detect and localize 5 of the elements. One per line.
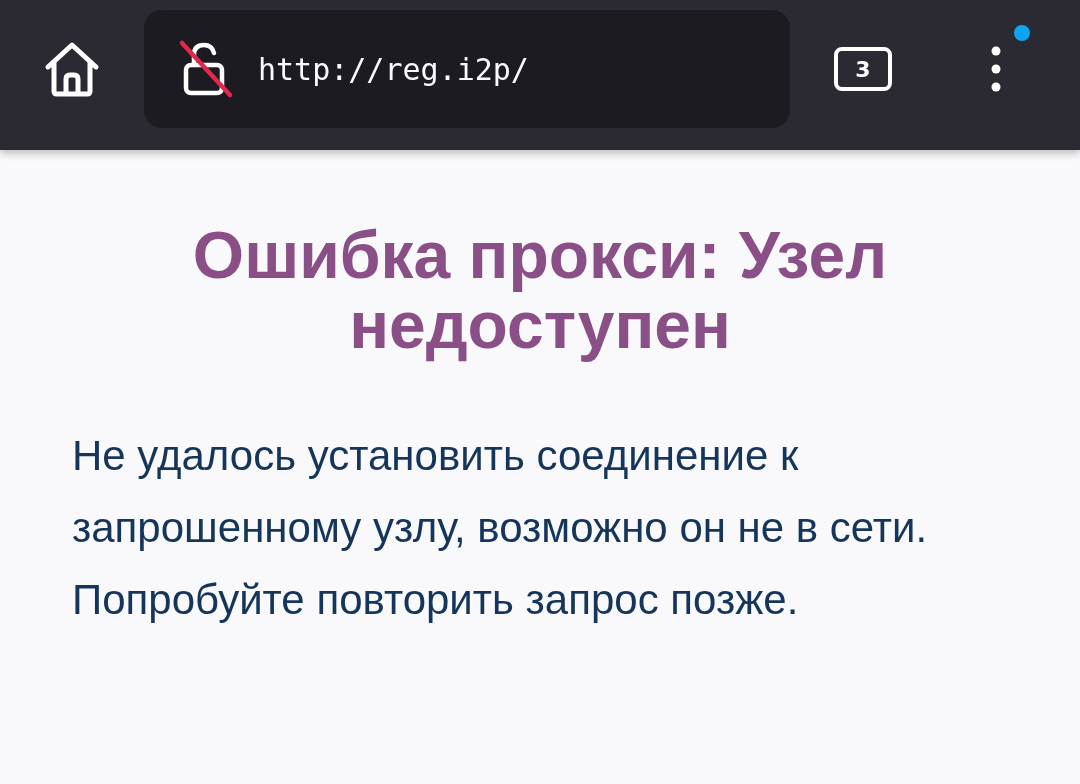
error-heading: Ошибка прокси: Узел недоступен [191, 220, 889, 360]
address-bar[interactable]: http://reg.i2p/ [144, 10, 790, 128]
url-text: http://reg.i2p/ [258, 51, 529, 87]
tab-count-button[interactable]: 3 [834, 47, 892, 91]
error-message: Не удалось установить соединение к запрошенному узлу, возможно он не в сети. Попробуйте повторить запрос позже. [72, 431, 929, 625]
